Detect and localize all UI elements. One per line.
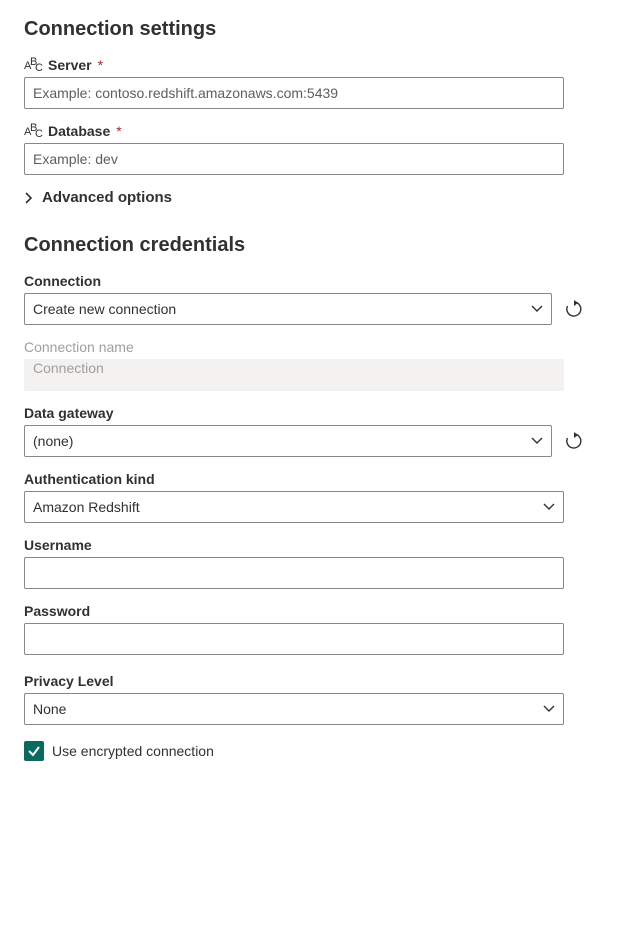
encrypted-checkbox-row: Use encrypted connection — [24, 741, 600, 761]
server-label: Server — [48, 57, 92, 73]
connection-value: Create new connection — [33, 301, 176, 317]
server-label-row: ABC Server * — [24, 57, 600, 73]
privacy-value: None — [33, 701, 66, 717]
password-label: Password — [24, 603, 600, 619]
text-type-icon: ABC — [24, 58, 44, 72]
connection-settings-heading: Connection settings — [24, 18, 600, 41]
refresh-icon — [565, 432, 583, 450]
connection-settings-section: Connection settings ABC Server * ABC Dat… — [24, 18, 600, 206]
chevron-down-icon — [531, 303, 543, 315]
auth-kind-label: Authentication kind — [24, 471, 600, 487]
connection-credentials-heading: Connection credentials — [24, 234, 600, 257]
connection-name-field: Connection name Connection — [24, 339, 600, 391]
username-label: Username — [24, 537, 600, 553]
connection-label: Connection — [24, 273, 600, 289]
data-gateway-select[interactable]: (none) — [24, 425, 552, 457]
privacy-field: Privacy Level None — [24, 673, 600, 725]
connection-select[interactable]: Create new connection — [24, 293, 552, 325]
checkmark-icon — [27, 744, 41, 758]
username-input[interactable] — [24, 557, 564, 589]
data-gateway-value: (none) — [33, 433, 73, 449]
required-indicator: * — [116, 123, 121, 139]
refresh-connection-button[interactable] — [562, 297, 586, 321]
refresh-gateway-button[interactable] — [562, 429, 586, 453]
chevron-down-icon — [543, 703, 555, 715]
database-label-row: ABC Database * — [24, 123, 600, 139]
auth-kind-select[interactable]: Amazon Redshift — [24, 491, 564, 523]
server-field: ABC Server * — [24, 57, 600, 109]
required-indicator: * — [98, 57, 103, 73]
connection-name-input: Connection — [24, 359, 564, 391]
encrypted-checkbox[interactable] — [24, 741, 44, 761]
chevron-down-icon — [543, 501, 555, 513]
connection-credentials-section: Connection credentials Connection Create… — [24, 234, 600, 761]
text-type-icon: ABC — [24, 124, 44, 138]
auth-kind-value: Amazon Redshift — [33, 499, 140, 515]
encrypted-label: Use encrypted connection — [52, 743, 214, 759]
chevron-down-icon — [531, 435, 543, 447]
privacy-label: Privacy Level — [24, 673, 600, 689]
auth-kind-field: Authentication kind Amazon Redshift — [24, 471, 600, 523]
advanced-options-label: Advanced options — [42, 189, 172, 206]
refresh-icon — [565, 300, 583, 318]
password-field: Password — [24, 603, 600, 655]
advanced-options-expander[interactable]: Advanced options — [24, 189, 600, 206]
database-input[interactable] — [24, 143, 564, 175]
password-input[interactable] — [24, 623, 564, 655]
database-label: Database — [48, 123, 110, 139]
connection-field: Connection Create new connection — [24, 273, 600, 325]
privacy-select[interactable]: None — [24, 693, 564, 725]
server-input[interactable] — [24, 77, 564, 109]
data-gateway-label: Data gateway — [24, 405, 600, 421]
database-field: ABC Database * — [24, 123, 600, 175]
chevron-right-icon — [24, 193, 34, 203]
data-gateway-field: Data gateway (none) — [24, 405, 600, 457]
username-field: Username — [24, 537, 600, 589]
connection-name-label: Connection name — [24, 339, 600, 355]
